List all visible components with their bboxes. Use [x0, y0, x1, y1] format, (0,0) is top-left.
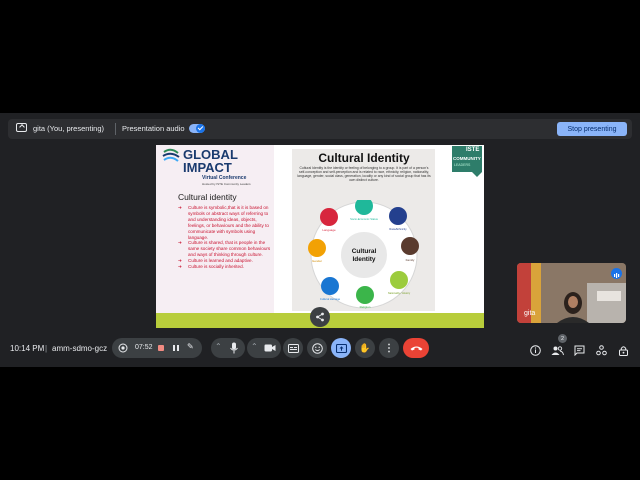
- bullet-item: Culture is socially inherited.: [176, 264, 272, 270]
- wheel-label: Family: [406, 258, 415, 262]
- recording-indicator-icon: [118, 343, 128, 353]
- people-icon: [551, 346, 564, 356]
- audio-level-icon: [611, 268, 622, 279]
- leave-call-button[interactable]: [403, 338, 429, 358]
- wheel-label: Cultural Heritage: [320, 297, 341, 301]
- share-icon: [316, 312, 324, 322]
- stop-recording-icon[interactable]: [158, 345, 164, 351]
- check-icon: [196, 124, 205, 133]
- activities-icon: [596, 345, 607, 356]
- badge-leaders-text: LEADERS: [454, 163, 471, 167]
- logo-line-2: IMPACT: [183, 160, 232, 175]
- badge-iste-text: ISTE: [466, 147, 480, 153]
- hand-icon: ✋: [359, 342, 371, 353]
- wheel-label: Socio-Economic Status: [350, 217, 378, 221]
- stop-presenting-button[interactable]: Stop presenting: [557, 122, 627, 136]
- meeting-code: amm-sdmo-gcz: [52, 344, 108, 353]
- bullet-item: Culture is shared, that is people in the…: [176, 240, 272, 258]
- microphone-control[interactable]: ⌃: [211, 338, 245, 358]
- cultural-identity-wheel: Cultural Identity Language Socio-Economi…: [308, 200, 419, 309]
- wheel-label: Language: [322, 228, 336, 232]
- present-now-button[interactable]: [331, 338, 351, 358]
- badge-arrow-icon: [472, 172, 482, 177]
- slide-left-panel: GLOBAL IMPACT Virtual Conference Hosted …: [156, 145, 274, 313]
- wheel-center-line-1: Cultural: [352, 248, 377, 255]
- bullet-item: Culture is symbolic,that is it is based …: [176, 205, 272, 240]
- wheel-item-language: Language: [320, 208, 338, 232]
- microphone-icon[interactable]: [229, 342, 239, 354]
- badge-community-text: COMMUNITY: [453, 156, 481, 161]
- people-button[interactable]: [551, 343, 564, 361]
- chevron-up-icon[interactable]: ⌃: [215, 342, 222, 351]
- meeting-details-button[interactable]: [530, 343, 541, 361]
- pause-icon[interactable]: [173, 345, 179, 351]
- camera-icon[interactable]: [264, 343, 276, 353]
- chat-icon: [574, 345, 585, 357]
- slide-right-title: Cultural Identity: [318, 151, 410, 165]
- wheel-center-line-2: Identity: [352, 256, 375, 263]
- raise-hand-button[interactable]: ✋: [355, 338, 375, 358]
- share-screen-options-button[interactable]: [310, 307, 330, 327]
- presenting-bar: gita (You, presenting) Presentation audi…: [8, 119, 632, 139]
- activities-button[interactable]: [596, 343, 607, 361]
- self-name-label: gita: [524, 310, 536, 317]
- more-vert-icon: ⋮: [384, 342, 394, 354]
- smiley-icon: [311, 342, 323, 354]
- community-leaders-badge: ISTE COMMUNITY LEADERS: [452, 146, 482, 172]
- wheel-label: Gender: [312, 259, 322, 263]
- self-video-tile[interactable]: gita: [517, 263, 626, 323]
- presenter-label: gita (You, presenting): [33, 124, 105, 133]
- camera-control[interactable]: ⌃: [247, 338, 281, 358]
- participant-count-badge: 2: [558, 334, 567, 343]
- present-screen-icon: [335, 343, 347, 353]
- captions-button[interactable]: [283, 338, 303, 358]
- presentation-audio-toggle[interactable]: [189, 124, 205, 133]
- logo-subtitle: Virtual Conference: [202, 175, 247, 181]
- globe-logo-icon: [162, 148, 180, 162]
- captions-icon: [287, 343, 299, 353]
- recording-timer: 07:52: [135, 344, 153, 351]
- more-options-button[interactable]: ⋮: [379, 338, 399, 358]
- wheel-label: Race/Ethnicity: [389, 227, 407, 231]
- pin-icon[interactable]: ✎: [187, 342, 194, 351]
- hang-up-icon: [410, 346, 422, 351]
- wheel-label: Religion: [360, 305, 371, 309]
- slide-right-description: Cultural Identity is the identity or fee…: [297, 166, 431, 182]
- logo-title: GLOBAL IMPACT: [183, 148, 238, 174]
- emoji-reaction-button[interactable]: [307, 338, 327, 358]
- host-controls-button[interactable]: [618, 343, 629, 361]
- divider: [115, 123, 116, 135]
- wheel-item-race: Race/Ethnicity: [389, 207, 407, 231]
- slide-left-heading: Cultural identity: [178, 192, 237, 202]
- present-screen-icon: [16, 123, 27, 132]
- bullet-list: Culture is symbolic,that is it is based …: [176, 205, 272, 270]
- chevron-up-icon[interactable]: ⌃: [251, 342, 258, 351]
- recording-status-pill[interactable]: 07:52 ✎: [112, 338, 202, 358]
- presentation-slide: GLOBAL IMPACT Virtual Conference Hosted …: [156, 145, 484, 328]
- clock-time: 10:14 PM: [10, 344, 45, 353]
- info-icon: [530, 345, 541, 356]
- presentation-audio-label: Presentation audio: [122, 124, 185, 133]
- chat-button[interactable]: [574, 343, 585, 361]
- wheel-label: Nationality / History: [388, 291, 411, 295]
- logo-host-line: Hosted by ISTE Community Leaders: [202, 182, 251, 186]
- separator: |: [45, 344, 48, 353]
- lock-person-icon: [619, 346, 628, 356]
